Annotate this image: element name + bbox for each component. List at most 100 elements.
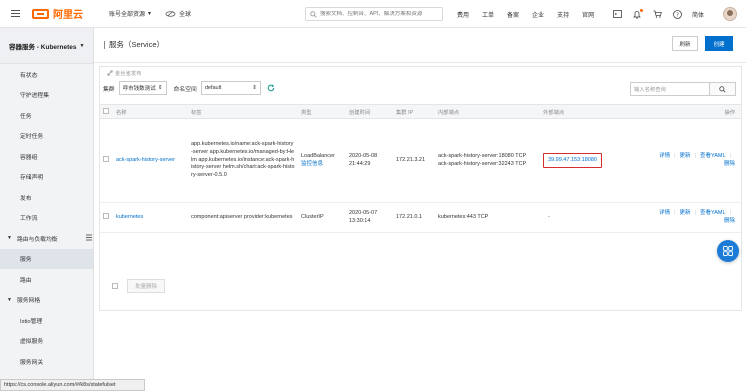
namespace-select-value: default [204, 85, 222, 91]
bulk-select-checkbox[interactable] [112, 283, 118, 289]
nav-link-tickets[interactable]: 工单 [482, 10, 494, 19]
create-button[interactable]: 创建 [705, 36, 733, 51]
separator: | [674, 152, 676, 159]
sidebar-item-gateway[interactable]: 服务网关 [0, 351, 93, 372]
detail-link[interactable]: 详情 [659, 210, 670, 216]
row-select-cell [100, 118, 113, 203]
sidebar-group-service-mesh[interactable]: ▼ 服务网格 [0, 290, 93, 311]
sidebar-item-label: 服务 [20, 257, 32, 264]
global-search-input[interactable] [320, 11, 440, 17]
sidebar-item-istio[interactable]: Istio管理 [0, 310, 93, 331]
nav-link-billing[interactable]: 费用 [457, 10, 469, 19]
sidebar-item-ingress[interactable]: 路由 [0, 269, 93, 290]
user-avatar[interactable] [723, 7, 737, 21]
column-header-type: 类型 [298, 104, 346, 119]
sidebar-item-releases[interactable]: 发布 [0, 187, 93, 208]
view-yaml-link[interactable]: 查看YAML [700, 153, 726, 159]
row-checkbox[interactable] [103, 212, 109, 219]
top-icon-group: ? 简体 [612, 0, 704, 28]
service-name-link[interactable]: kubernetes [116, 214, 143, 220]
sidebar-item-cronjobs[interactable]: 定时任务 [0, 126, 93, 147]
global-search-box[interactable] [305, 7, 443, 21]
row-select-cell [100, 202, 113, 233]
hamburger-menu-button[interactable] [0, 0, 30, 28]
sidebar-item-pvc[interactable]: 存储声明 [0, 167, 93, 188]
external-endpoint-link[interactable]: 39.99.47.153:18080 [543, 152, 602, 169]
aliyun-logo-icon [32, 8, 49, 19]
actions-cell: 详情 | 更新 | 查看YAML | 删除 [618, 118, 741, 203]
row-checkbox[interactable] [103, 155, 109, 162]
name-search-button[interactable] [709, 82, 736, 96]
cluster-label: 集群 [103, 86, 115, 93]
sidebar-title: 容器服务 - Kubernetes [9, 43, 77, 51]
detail-link[interactable]: 详情 [659, 153, 670, 159]
aliyun-logo[interactable]: 阿里云 [32, 6, 83, 21]
update-link[interactable]: 更新 [680, 210, 691, 216]
refresh-button[interactable]: 刷新 [672, 36, 698, 51]
account-resource-selector[interactable]: 账号全部资源 ▾ [109, 9, 151, 18]
page-header: 服务（Service） [94, 28, 746, 62]
nav-link-enterprise[interactable]: 企业 [532, 10, 544, 19]
sidebar-collapse-handle[interactable] [86, 233, 94, 242]
sidebar-item-virtual-service[interactable]: 虚拟服务 [0, 331, 93, 352]
sidebar-item-label: 容器组 [20, 154, 38, 161]
canary-release-label: 金丝雀发布 [115, 71, 142, 77]
refresh-icon[interactable] [267, 84, 275, 92]
service-name-link[interactable]: ack-spark-history-server [116, 157, 175, 163]
sidebar-item-statefulset[interactable]: 有状态 [0, 64, 93, 85]
nav-link-support[interactable]: 支持 [557, 10, 569, 19]
sidebar-group-routing-lb[interactable]: ▼ 路由与负载均衡 [0, 228, 93, 249]
service-name-cell: kubernetes [113, 202, 188, 233]
sidebar-item-daemonset[interactable]: 守护进程集 [0, 85, 93, 106]
sidebar-item-pods[interactable]: 容器组 [0, 146, 93, 167]
sidebar-item-label: 定时任务 [20, 134, 44, 141]
sidebar-group-label: 路由与负载均衡 [16, 236, 58, 243]
sidebar-item-label: 存储声明 [20, 175, 44, 182]
language-switch[interactable]: 简体 [692, 10, 704, 19]
column-header-internal-endpoint: 内部端点 [435, 104, 540, 119]
table-header-row: 名称 标签 类型 创建时间 集群 IP 内部端点 外部端点 操作 [100, 104, 741, 119]
bulk-delete-button[interactable]: 批量删除 [127, 279, 165, 293]
sidebar-item-jobs[interactable]: 任务 [0, 105, 93, 126]
bulk-action-bar: 批量删除 [100, 272, 741, 300]
header-divider [94, 62, 746, 63]
sidebar-item-workflow[interactable]: 工作流 [0, 208, 93, 229]
created-time-cell: 2020-05-08 21:44:29 [346, 118, 393, 203]
top-bar: 阿里云 账号全部资源 ▾ 全球 费用 工单 备案 企业 支持 官网 ? 简体 [0, 0, 746, 28]
name-search-input[interactable]: 输入名称查询 [630, 82, 710, 96]
separator: | [694, 209, 696, 216]
sidebar-product-switcher[interactable]: 容器服务 - Kubernetes ▼ [0, 28, 93, 64]
sidebar-item-label: 路由 [20, 277, 32, 284]
canary-release-link[interactable]: 金丝雀发布 [107, 69, 142, 77]
main-content: 服务（Service） 刷新 创建 金丝雀发布 集群 呼市钱数测试 ⇕ 命名空间… [94, 28, 746, 391]
bell-icon[interactable] [632, 9, 643, 19]
cart-icon[interactable] [652, 9, 662, 19]
floating-apps-button[interactable] [717, 240, 739, 262]
nav-link-website[interactable]: 官网 [582, 10, 594, 19]
sidebar: 容器服务 - Kubernetes ▼ 有状态 守护进程集 任务 定时任务 容器… [0, 28, 94, 391]
namespace-select[interactable]: default ⇕ [200, 81, 261, 95]
delete-link[interactable]: 删除 [724, 218, 735, 224]
select-all-checkbox[interactable] [103, 107, 109, 114]
help-icon[interactable]: ? [672, 9, 682, 19]
external-endpoint-cell: 39.99.47.153:18080 [540, 118, 618, 203]
sidebar-item-label: 守护进程集 [20, 93, 49, 100]
actions-cell: 详情 | 更新 | 查看YAML | 删除 [618, 202, 741, 233]
terminal-icon[interactable] [612, 9, 622, 19]
select-all-cell [100, 104, 113, 119]
link-icon [107, 70, 113, 76]
monitoring-link[interactable]: 监控信息 [301, 161, 343, 169]
delete-link[interactable]: 删除 [724, 161, 735, 167]
column-header-cluster-ip: 集群 IP [393, 104, 435, 119]
region-selector[interactable]: 全球 [165, 9, 191, 18]
update-link[interactable]: 更新 [680, 153, 691, 159]
sidebar-item-services[interactable]: 服务 [0, 248, 93, 269]
sidebar-item-label: 发布 [20, 195, 32, 202]
cluster-select[interactable]: 呼市钱数测试 ⇕ [118, 81, 167, 95]
service-list-panel: 金丝雀发布 集群 呼市钱数测试 ⇕ 命名空间 default ⇕ 输入名称查询 [99, 66, 742, 311]
view-yaml-link[interactable]: 查看YAML [700, 210, 726, 216]
nav-link-icp[interactable]: 备案 [507, 10, 519, 19]
table-row: kubernetes component:apiserver provider:… [100, 202, 741, 233]
chevron-down-icon: ▼ [79, 42, 85, 49]
column-header-labels: 标签 [188, 104, 298, 119]
